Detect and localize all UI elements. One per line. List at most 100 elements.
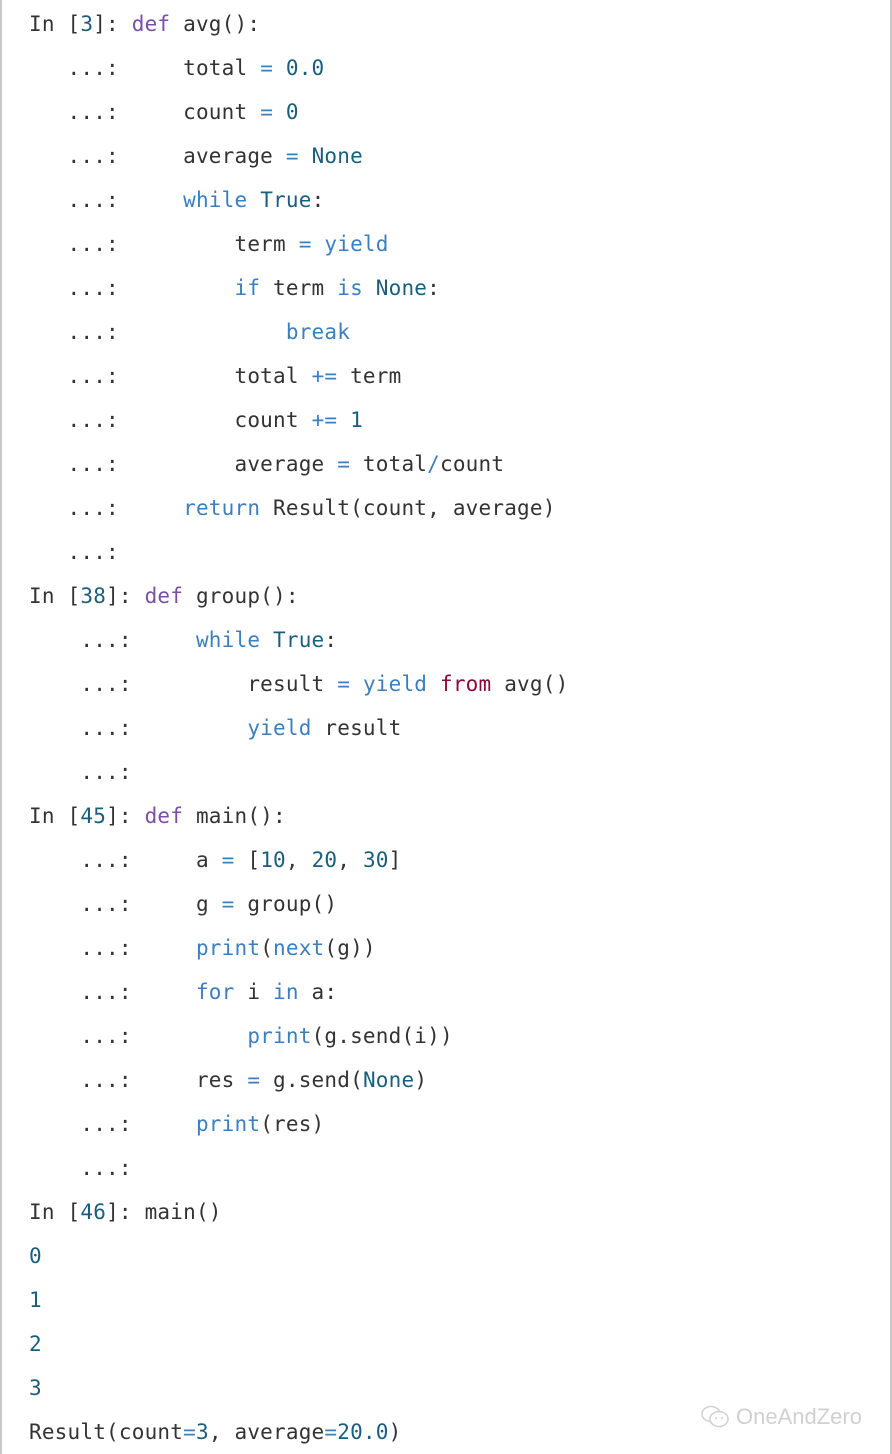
continuation-prompt: ...: (29, 1024, 145, 1048)
code-token: : (311, 188, 325, 212)
code-token: , (337, 848, 363, 872)
code-token: while (195, 628, 261, 652)
code-token: = (337, 452, 351, 476)
code-token: while (183, 188, 248, 212)
continuation-line: ...: yield result (29, 706, 880, 750)
watermark: OneAndZero (700, 1404, 862, 1430)
continuation-prompt: ...: (29, 408, 132, 432)
execution-count: 46 (80, 1200, 107, 1224)
wechat-icon (701, 1405, 729, 1428)
code-token: 10 (260, 848, 286, 872)
output-line: 2 (29, 1322, 880, 1366)
output-token: 1 (29, 1288, 42, 1312)
continuation-line: ...: count = 0 (29, 90, 880, 134)
code-token: in (273, 980, 299, 1004)
code-token: from (440, 672, 492, 696)
continuation-line: ...: if term is None: (29, 266, 880, 310)
code-token: [ (234, 848, 261, 872)
code-token: yield (362, 672, 428, 696)
code-token: = (298, 232, 312, 256)
continuation-prompt: ...: (29, 100, 132, 124)
code-token: ] (388, 848, 402, 872)
execution-count: 38 (80, 584, 107, 608)
code-token: if (234, 276, 261, 300)
code-token: = (221, 848, 235, 872)
code-token: 0 (285, 100, 299, 124)
code-token: count (131, 100, 261, 124)
code-token: = (260, 100, 274, 124)
code-token: i (234, 980, 274, 1004)
continuation-prompt: ...: (29, 1068, 145, 1092)
input-prompt-line: In [38]: def group(): (29, 574, 880, 618)
continuation-prompt: ...: (29, 452, 132, 476)
continuation-line: ...: (29, 1146, 880, 1190)
code-token: res (144, 1068, 248, 1092)
continuation-prompt: ...: (29, 1112, 145, 1136)
code-token: a (144, 848, 222, 872)
code-token: return (183, 496, 261, 520)
code-token: def (144, 804, 184, 828)
code-token: main(): (183, 804, 286, 828)
watermark-text: OneAndZero (736, 1404, 862, 1429)
continuation-prompt: ...: (29, 276, 132, 300)
continuation-line: ...: g = group() (29, 882, 880, 926)
output-token: = (183, 1420, 196, 1444)
code-token: average (131, 452, 338, 476)
code-token: is (337, 276, 363, 300)
code-token: term (337, 364, 402, 388)
code-token: group() (234, 892, 338, 916)
prompt-close: ]: (106, 1200, 145, 1224)
console-frame: In [3]: def avg(): ...: total = 0.0 ...:… (0, 0, 892, 1454)
code-token: None (375, 276, 428, 300)
code-token: None (362, 1068, 415, 1092)
continuation-line: ...: break (29, 310, 880, 354)
code-token: g.send( (260, 1068, 363, 1092)
code-token: = (247, 1068, 261, 1092)
code-token: term (131, 232, 299, 256)
continuation-line: ...: result = yield from avg() (29, 662, 880, 706)
output-token: Result(count (29, 1420, 184, 1444)
continuation-prompt: ...: (29, 188, 132, 212)
input-prompt-line: In [46]: main() (29, 1190, 880, 1234)
output-token: 2 (29, 1332, 42, 1356)
prompt-close: ]: (106, 584, 145, 608)
output-token: = (324, 1420, 338, 1444)
code-token: (g)) (324, 936, 376, 960)
code-token: = (260, 56, 274, 80)
code-token: / (427, 452, 440, 476)
code-token: : (427, 276, 440, 300)
code-token: print (195, 936, 261, 960)
continuation-line: ...: res = g.send(None) (29, 1058, 880, 1102)
code-token: count (440, 452, 505, 476)
continuation-line: ...: print(res) (29, 1102, 880, 1146)
prompt-in: In [ (29, 12, 81, 36)
code-token: avg() (491, 672, 569, 696)
continuation-line: ...: return Result(count, average) (29, 486, 880, 530)
code-token: = (337, 672, 351, 696)
continuation-line: ...: term = yield (29, 222, 880, 266)
code-token: (g.send(i)) (311, 1024, 453, 1048)
continuation-line: ...: print(next(g)) (29, 926, 880, 970)
prompt-close: ]: (106, 804, 145, 828)
input-prompt-line: In [3]: def avg(): (29, 2, 880, 46)
code-token: Result(count, average) (260, 496, 556, 520)
code-token: break (285, 320, 351, 344)
continuation-prompt: ...: (29, 892, 145, 916)
code-token: a: (298, 980, 338, 1004)
code-token: True (260, 188, 312, 212)
continuation-line: ...: count += 1 (29, 398, 880, 442)
continuation-line: ...: print(g.send(i)) (29, 1014, 880, 1058)
continuation-line: ...: while True: (29, 178, 880, 222)
continuation-line: ...: for i in a: (29, 970, 880, 1014)
